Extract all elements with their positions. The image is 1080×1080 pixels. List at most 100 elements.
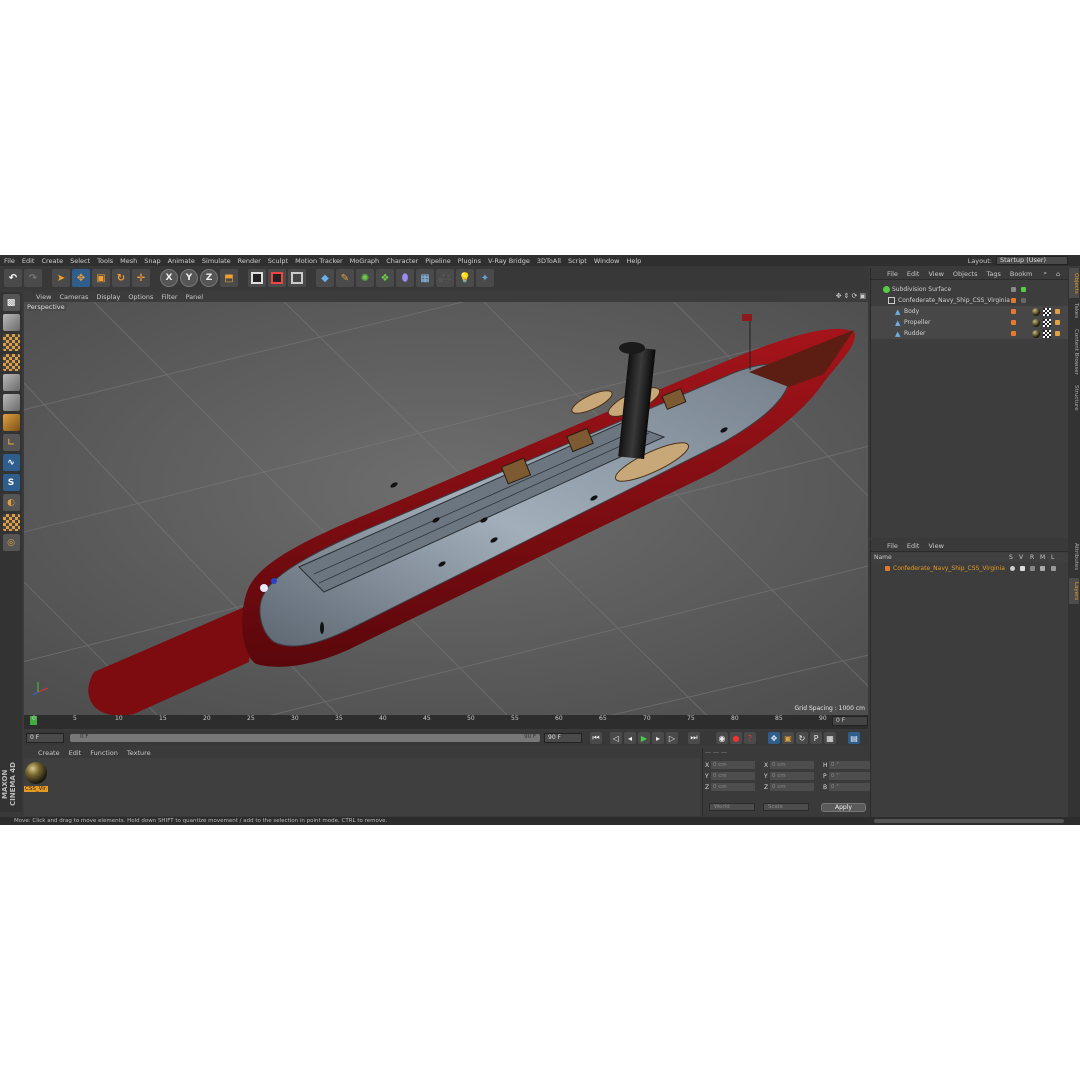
menu-sculpt[interactable]: Sculpt (268, 257, 288, 265)
goto-start-icon[interactable]: ⏮ (590, 732, 602, 744)
menu-animate[interactable]: Animate (168, 257, 195, 265)
layer-menu-file[interactable]: File (887, 542, 898, 550)
menu-tools[interactable]: Tools (97, 257, 113, 265)
object-name[interactable]: Confederate_Navy_Ship_CSS_Virginia (898, 297, 1010, 304)
menu-plugins[interactable]: Plugins (458, 257, 481, 265)
points-mode-icon[interactable] (2, 374, 20, 391)
menu-snap[interactable]: Snap (144, 257, 160, 265)
z-axis-lock-icon[interactable]: Z (200, 269, 218, 287)
phong-tag-icon[interactable] (1055, 320, 1060, 325)
view-toggle[interactable] (1020, 566, 1025, 571)
tab-objects[interactable]: Objects (1069, 268, 1079, 298)
menu-pipeline[interactable]: Pipeline (425, 257, 450, 265)
next-frame-icon[interactable]: ▸ (652, 732, 664, 744)
layer-color-flag[interactable] (1011, 320, 1016, 325)
menu-motion-tracker[interactable]: Motion Tracker (295, 257, 343, 265)
viewport-menu-panel[interactable]: Panel (186, 293, 204, 301)
object-row[interactable]: ▲ Rudder (871, 328, 1069, 339)
workplane-mode-icon[interactable] (2, 354, 20, 371)
obj-menu-objects[interactable]: Objects (953, 270, 978, 278)
menu-help[interactable]: Help (626, 257, 641, 265)
redo-icon[interactable]: ↷ (24, 269, 42, 287)
workplane-icon[interactable] (2, 514, 20, 531)
preview-range-slider[interactable]: 0 F 90 F (70, 734, 540, 742)
prev-key-icon[interactable]: ◁ (610, 732, 622, 744)
render-settings-icon[interactable] (288, 269, 306, 287)
play-icon[interactable]: ▶ (638, 732, 650, 744)
auto-key-icon[interactable]: ● (730, 732, 742, 744)
material-menu-edit[interactable]: Edit (69, 749, 82, 757)
size-z-field[interactable]: 0 cm (770, 783, 814, 791)
key-parameter-icon[interactable]: P (810, 732, 822, 744)
enabled-check-icon[interactable] (1021, 287, 1026, 292)
uvw-tag-icon[interactable] (1043, 318, 1051, 327)
render-toggle[interactable] (1030, 566, 1035, 571)
goto-end-icon[interactable]: ⏭ (688, 732, 700, 744)
locked-workplane-icon[interactable]: ◎ (2, 534, 20, 551)
manager-toggle[interactable] (1040, 566, 1045, 571)
menu-simulate[interactable]: Simulate (202, 257, 231, 265)
phong-tag-icon[interactable] (1055, 331, 1060, 336)
render-view-icon[interactable] (248, 269, 266, 287)
menu-edit[interactable]: Edit (22, 257, 35, 265)
uvw-tag-icon[interactable] (1043, 329, 1051, 338)
floor-icon[interactable]: ▦ (416, 269, 434, 287)
y-axis-lock-icon[interactable]: Y (180, 269, 198, 287)
timeline-ruler[interactable]: 0 5 10 15 20 25 30 35 40 45 50 55 60 65 … (24, 715, 868, 729)
viewport-menu-cameras[interactable]: Cameras (59, 293, 88, 301)
horizontal-scrollbar[interactable] (874, 819, 1064, 823)
camera-icon[interactable]: 🎥 (436, 269, 454, 287)
pen-spline-icon[interactable]: ✎ (336, 269, 354, 287)
search-icon[interactable]: ⌕ (1043, 269, 1047, 278)
material-menu-function[interactable]: Function (90, 749, 118, 757)
material-tag-icon[interactable] (1032, 307, 1040, 316)
move-tool-icon[interactable]: ✥ (72, 269, 90, 287)
material-name[interactable]: CSS_Vir (24, 786, 48, 792)
layer-color-flag[interactable] (1011, 298, 1016, 303)
home-icon[interactable]: ⌂ (1056, 270, 1060, 278)
pos-y-field[interactable]: 0 cm (711, 772, 755, 780)
object-row[interactable]: ▲ Propeller (871, 317, 1069, 328)
coordinate-system-icon[interactable]: ⬒ (220, 269, 238, 287)
material-menu-create[interactable]: Create (38, 749, 60, 757)
tweak-mode-icon[interactable]: ∿ (2, 454, 20, 471)
cube-object-icon[interactable]: ◆ (316, 269, 334, 287)
layer-flag[interactable] (1011, 287, 1016, 292)
rot-b-field[interactable]: 0 ° (829, 783, 873, 791)
object-name[interactable]: Subdivision Surface (892, 286, 951, 293)
menu-mograph[interactable]: MoGraph (350, 257, 380, 265)
tab-structure[interactable]: Structure (1069, 382, 1079, 414)
material-menu-texture[interactable]: Texture (127, 749, 151, 757)
lock-toggle[interactable] (1051, 566, 1056, 571)
layer-menu-edit[interactable]: Edit (907, 542, 920, 550)
viewport-menu-filter[interactable]: Filter (161, 293, 177, 301)
menu-select[interactable]: Select (70, 257, 90, 265)
obj-menu-edit[interactable]: Edit (907, 270, 920, 278)
x-axis-lock-icon[interactable]: X (160, 269, 178, 287)
keyframe-selection-icon[interactable]: ? (744, 732, 756, 744)
pos-z-field[interactable]: 0 cm (711, 783, 755, 791)
material-tag-icon[interactable] (1032, 329, 1040, 338)
sculpt-icon[interactable]: ◐ (2, 494, 20, 511)
menu-script[interactable]: Script (568, 257, 587, 265)
object-name[interactable]: Rudder (904, 330, 925, 337)
menu-3dtoall[interactable]: 3DToAll (537, 257, 561, 265)
3d-viewport[interactable]: Perspective Grid Spacing : 1000 cm (24, 302, 868, 715)
current-frame-field[interactable]: 0 F (832, 716, 868, 726)
viewport-camera-label[interactable]: Perspective (25, 303, 67, 311)
recent-tools-icon[interactable]: ✛ (132, 269, 150, 287)
light-icon[interactable]: 💡 (456, 269, 474, 287)
menu-file[interactable]: File (4, 257, 15, 265)
menu-window[interactable]: Window (594, 257, 620, 265)
viewport-menu-display[interactable]: Display (96, 293, 120, 301)
tab-content-browser[interactable]: Content Browser (1069, 324, 1079, 380)
object-row[interactable]: Confederate_Navy_Ship_CSS_Virginia (871, 295, 1069, 306)
deformer-icon[interactable]: ⬮ (396, 269, 414, 287)
uvw-tag-icon[interactable] (1043, 307, 1051, 316)
key-pla-icon[interactable]: ▦ (824, 732, 836, 744)
object-row[interactable]: ▲ Body (871, 306, 1069, 317)
texture-mode-icon[interactable] (2, 334, 20, 351)
menu-mesh[interactable]: Mesh (120, 257, 137, 265)
tab-takes[interactable]: Takes (1069, 300, 1079, 322)
subdivision-surface-icon[interactable]: ✺ (356, 269, 374, 287)
